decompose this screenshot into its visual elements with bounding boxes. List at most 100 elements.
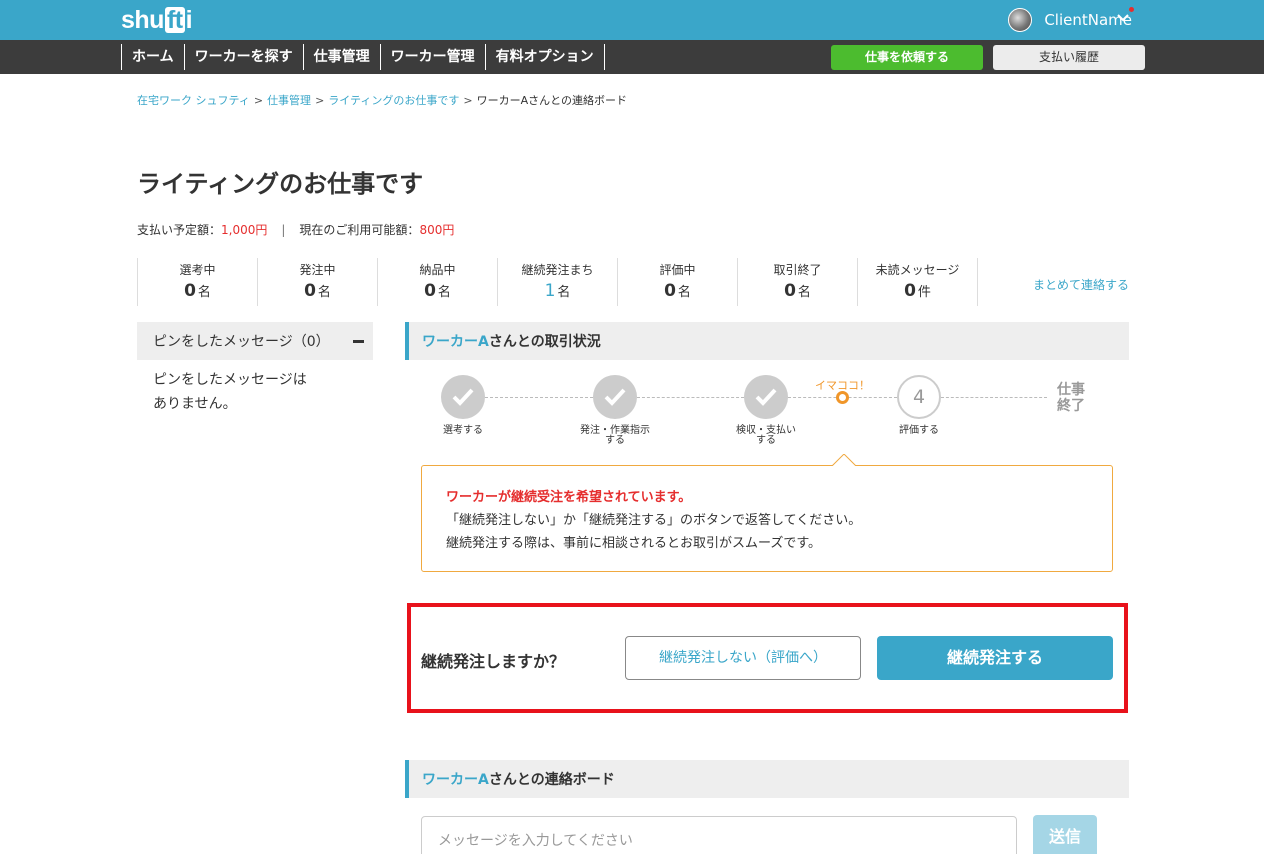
notice-warning: ワーカーが継続受注を希望されています。: [446, 490, 692, 505]
status-counts: 選考中 0名 発注中 0名 納品中 0名 継続発注まち 1名 評価中 0名 取引…: [137, 258, 978, 306]
avatar[interactable]: [1008, 8, 1033, 32]
stat-number: 0: [424, 281, 436, 301]
planned-payment-value: 1,000円: [221, 223, 268, 237]
contact-board-header: ワーカーA さんとの連絡ボード: [405, 760, 1129, 798]
check-icon: [604, 388, 626, 406]
continuation-notice: ワーカーが継続受注を希望されています。 「継続発注しない」か「継続発注する」のボ…: [421, 465, 1113, 572]
user-menu[interactable]: ClientName: [1008, 8, 1132, 32]
stat-unit: 名: [437, 285, 451, 300]
stat-value: 0名: [738, 281, 857, 301]
shufti-logo[interactable]: shu ft i: [121, 5, 193, 35]
notice-line: 「継続発注しない」か「継続発注する」のボタンで返答してください。: [446, 513, 862, 528]
pinned-messages-title: ピンをしたメッセージ（0）: [153, 334, 330, 350]
stat-unit: 名: [557, 285, 571, 300]
stat-label: 取引終了: [773, 263, 822, 277]
stat-awaiting-continuation[interactable]: 継続発注まち 1名: [498, 258, 618, 306]
stat-completed[interactable]: 取引終了 0名: [738, 258, 858, 306]
logo-text-2: ft: [164, 6, 185, 34]
payment-summary: 支払い予定額：1,000円 | 現在のご利用可能額：800円: [137, 221, 454, 238]
breadcrumb-separator: >: [253, 94, 264, 107]
main-nav-bar: ホーム ワーカーを探す 仕事管理 ワーカー管理 有料オプション 仕事を依頼する …: [0, 40, 1264, 74]
pinned-messages-header[interactable]: ピンをしたメッセージ（0）: [137, 322, 373, 360]
stat-number: 1: [544, 281, 556, 301]
collapse-icon[interactable]: [353, 340, 364, 343]
step-connector: [941, 397, 1047, 398]
worker-name: ワーカーA: [422, 772, 489, 788]
step-label: 検収・支払い する: [736, 425, 796, 446]
breadcrumb-separator: >: [315, 94, 325, 107]
breadcrumb: 在宅ワーク シュフティ > 仕事管理 > ライティングのお仕事です > ワーカーAさんとの連…: [137, 92, 627, 108]
nav-item-home[interactable]: ホーム: [122, 44, 185, 70]
stat-unit: 名: [797, 285, 811, 300]
stat-number: 0: [664, 281, 676, 301]
nav-item-find-workers[interactable]: ワーカーを探す: [185, 44, 304, 70]
final-step-label: 仕事 終了: [1057, 382, 1085, 414]
stat-number: 0: [784, 281, 796, 301]
main-nav: ホーム ワーカーを探す 仕事管理 ワーカー管理 有料オプション: [121, 44, 605, 70]
stat-value: 0名: [258, 281, 377, 301]
stat-ordering[interactable]: 発注中 0名: [258, 258, 378, 306]
contact-board-title: さんとの連絡ボード: [488, 772, 615, 788]
notice-pointer: [832, 454, 856, 466]
page-title: ライティングのお仕事です: [137, 170, 424, 198]
step-done-check: [744, 375, 788, 419]
stat-value: 1名: [498, 281, 617, 301]
transaction-status-title: さんとの取引状況: [488, 334, 601, 350]
payment-separator: |: [281, 223, 286, 237]
stat-value: 0名: [138, 281, 257, 301]
logo-text-3: i: [185, 5, 193, 34]
continue-question: 継続発注しますか？: [421, 652, 566, 671]
notice-line: 継続発注する際は、事前に相談されるとお取引がスムーズです。: [446, 536, 822, 551]
step-done-check: [593, 375, 637, 419]
breadcrumb-current: ワーカーAさんとの連絡ボード: [476, 94, 628, 107]
no-continue-button[interactable]: 継続発注しない（評価へ）: [625, 636, 861, 680]
check-icon: [755, 388, 777, 406]
request-job-button[interactable]: 仕事を依頼する: [831, 45, 983, 70]
breadcrumb-link-job[interactable]: ライティングのお仕事です: [328, 94, 459, 107]
continue-order-button[interactable]: 継続発注する: [877, 636, 1113, 680]
available-amount-value: 800円: [419, 223, 455, 237]
stat-label: 発注中: [299, 263, 336, 277]
nav-item-paid-options[interactable]: 有料オプション: [486, 44, 605, 70]
check-icon: [452, 388, 474, 406]
stat-label: 納品中: [419, 263, 456, 277]
stat-unit: 名: [317, 285, 331, 300]
step-connector: [485, 397, 593, 398]
stat-label: 選考中: [179, 263, 216, 277]
stat-number: 0: [904, 281, 916, 301]
available-amount-label: 現在のご利用可能額：: [299, 223, 420, 237]
stat-value: 0名: [618, 281, 737, 301]
breadcrumb-link-job-management[interactable]: 仕事管理: [267, 94, 311, 107]
nav-item-worker-management[interactable]: ワーカー管理: [381, 44, 486, 70]
nav-item-job-management[interactable]: 仕事管理: [304, 44, 381, 70]
stat-label: 継続発注まち: [521, 263, 594, 277]
stat-unit: 名: [677, 285, 691, 300]
step-connector: [637, 397, 744, 398]
step-done-check: [441, 375, 485, 419]
pinned-empty-message: ピンをしたメッセージは ありません。: [153, 372, 307, 412]
stat-value: 0件: [858, 281, 977, 301]
stat-label: 評価中: [659, 263, 696, 277]
top-bar: shu ft i ClientName: [0, 0, 1264, 40]
stat-screening[interactable]: 選考中 0名: [138, 258, 258, 306]
stat-evaluating[interactable]: 評価中 0名: [618, 258, 738, 306]
transaction-status-header: ワーカーA さんとの取引状況: [405, 322, 1129, 360]
message-input[interactable]: [421, 816, 1017, 854]
bulk-contact-link[interactable]: まとめて連絡する: [1033, 276, 1129, 293]
stat-delivering[interactable]: 納品中 0名: [378, 258, 498, 306]
stat-unread-messages[interactable]: 未読メッセージ 0件: [858, 258, 978, 306]
worker-name: ワーカーA: [422, 334, 489, 350]
stat-number: 0: [304, 281, 316, 301]
payment-history-button[interactable]: 支払い履歴: [993, 45, 1145, 70]
stat-unit: 件: [917, 285, 931, 300]
step-label: 選考する: [443, 425, 483, 436]
send-button[interactable]: 送信: [1033, 815, 1097, 854]
stat-label: 未読メッセージ: [875, 263, 960, 277]
breadcrumb-separator: >: [463, 94, 473, 107]
breadcrumb-link-home[interactable]: 在宅ワーク シュフティ: [137, 94, 250, 107]
step-number-badge: 4: [897, 375, 941, 419]
step-label: 発注・作業指示 する: [580, 425, 650, 446]
chevron-down-icon[interactable]: [1116, 10, 1130, 26]
step-label: 評価する: [899, 425, 939, 436]
stat-value: 0名: [378, 281, 497, 301]
